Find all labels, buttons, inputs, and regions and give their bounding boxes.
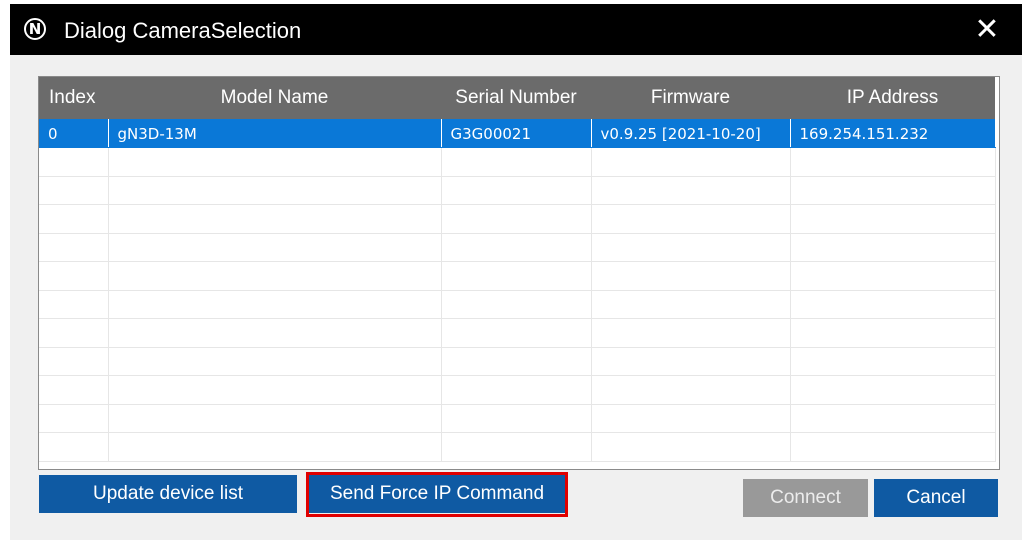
column-header-ip-address[interactable]: IP Address (790, 77, 995, 119)
table-row[interactable] (39, 204, 996, 234)
table-row[interactable] (39, 290, 996, 319)
table-cell (790, 375, 996, 405)
table-cell (108, 261, 442, 291)
table-cell (108, 347, 442, 376)
table-cell (441, 204, 592, 234)
table-cell (591, 432, 791, 462)
table-cell (441, 176, 592, 205)
table-cell (591, 375, 791, 405)
table-cell (591, 290, 791, 319)
table-cell (790, 404, 996, 433)
table-cell (108, 147, 442, 177)
table-cell (108, 404, 442, 433)
table-cell (790, 290, 996, 319)
table-cell (441, 147, 592, 177)
table-cell (39, 347, 109, 376)
cell-ip-address: 169.254.151.232 (790, 119, 996, 148)
table-row[interactable] (39, 261, 996, 291)
device-list-table[interactable]: Index Model Name Serial Number Firmware … (38, 76, 1000, 470)
table-cell (39, 147, 109, 177)
table-header: Index Model Name Serial Number Firmware … (39, 77, 995, 119)
table-cell (441, 233, 592, 262)
table-row[interactable] (39, 375, 996, 405)
table-cell (39, 432, 109, 462)
table-cell (39, 204, 109, 234)
table-cell (790, 176, 996, 205)
window-title: Dialog CameraSelection (64, 18, 302, 43)
column-header-model-name[interactable]: Model Name (108, 77, 441, 119)
camera-selection-dialog: N Dialog CameraSelection ✕ Index Model N… (10, 4, 1022, 540)
table-row[interactable] (39, 318, 996, 348)
table-row[interactable] (39, 147, 996, 177)
table-cell (39, 290, 109, 319)
update-device-list-button[interactable]: Update device list (39, 475, 297, 513)
table-cell (39, 375, 109, 405)
table-cell (790, 432, 996, 462)
title-bar: N Dialog CameraSelection ✕ (10, 4, 1022, 55)
connect-button[interactable]: Connect (743, 479, 868, 517)
table-cell (591, 261, 791, 291)
table-cell (39, 261, 109, 291)
table-cell (39, 176, 109, 205)
table-cell (108, 233, 442, 262)
table-cell (441, 261, 592, 291)
send-force-ip-command-button[interactable]: Send Force IP Command (309, 475, 565, 513)
table-cell (591, 176, 791, 205)
table-cell (591, 347, 791, 376)
table-cell (591, 318, 791, 348)
table-row[interactable] (39, 176, 996, 205)
table-cell (790, 261, 996, 291)
table-cell (108, 432, 442, 462)
cell-firmware: v0.9.25 [2021-10-20] (591, 119, 791, 148)
table-cell (441, 318, 592, 348)
table-cell (591, 233, 791, 262)
table-cell (591, 404, 791, 433)
table-cell (790, 204, 996, 234)
cell-serial-number: G3G00021 (441, 119, 592, 148)
table-cell (441, 290, 592, 319)
table-cell (790, 233, 996, 262)
table-cell (441, 432, 592, 462)
table-cell (790, 318, 996, 348)
table-cell (39, 318, 109, 348)
table-cell (591, 147, 791, 177)
table-cell (39, 404, 109, 433)
n-circle-icon: N (24, 18, 46, 40)
column-header-firmware[interactable]: Firmware (591, 77, 790, 119)
table-row[interactable]: 0 gN3D-13M G3G00021 v0.9.25 [2021-10-20]… (39, 119, 996, 148)
column-header-index[interactable]: Index (39, 77, 108, 119)
cell-model-name: gN3D-13M (108, 119, 442, 148)
table-cell (108, 318, 442, 348)
column-header-serial-number[interactable]: Serial Number (441, 77, 591, 119)
table-cell (591, 204, 791, 234)
table-cell (108, 290, 442, 319)
table-row[interactable] (39, 404, 996, 433)
table-cell (790, 147, 996, 177)
cell-index: 0 (39, 119, 109, 148)
table-cell (441, 347, 592, 376)
table-row[interactable] (39, 347, 996, 376)
table-cell (108, 375, 442, 405)
table-cell (441, 404, 592, 433)
table-cell (108, 176, 442, 205)
table-cell (108, 204, 442, 234)
table-cell (441, 375, 592, 405)
close-icon[interactable]: ✕ (962, 10, 1012, 50)
table-row[interactable] (39, 233, 996, 262)
cancel-button[interactable]: Cancel (874, 479, 998, 517)
table-cell (790, 347, 996, 376)
table-row[interactable] (39, 432, 996, 462)
table-cell (39, 233, 109, 262)
